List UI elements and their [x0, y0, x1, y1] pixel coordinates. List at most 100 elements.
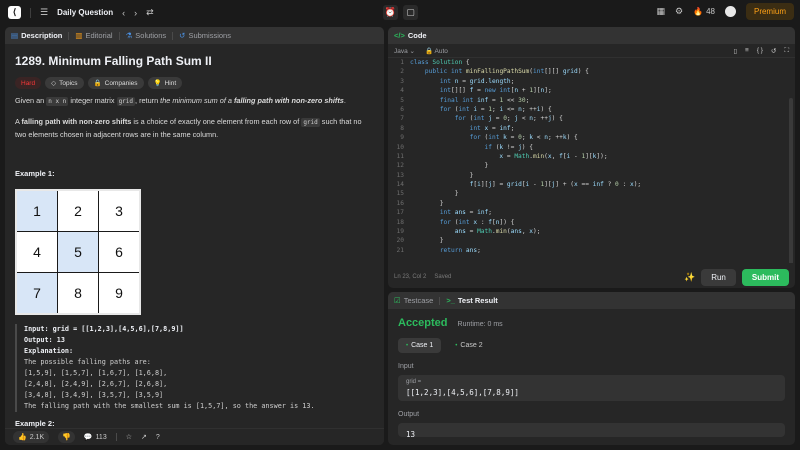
code-text: } [410, 190, 459, 198]
timer-icon[interactable]: ⏰ [383, 5, 398, 20]
code-line: 4 int[][] f = new int[n + 1][n]; [388, 86, 795, 95]
line-number: 18 [396, 218, 404, 226]
input-value: [[1,2,3],[4,5,6],[7,8,9]] [406, 388, 519, 397]
example-output-line: Output: 13 [24, 336, 65, 344]
line-number: 4 [400, 87, 404, 95]
code-text: } [410, 237, 444, 245]
problem-list-icon[interactable]: ☰ [40, 7, 48, 18]
companies-tag[interactable]: 🔒 Companies [87, 77, 144, 89]
share-icon[interactable]: ↗ [141, 433, 147, 441]
bookmark-icon[interactable]: ▯ [733, 47, 737, 55]
code-text: ans = Math.min(ans, x); [454, 228, 541, 236]
statement-text: integer matrix [68, 96, 117, 105]
divider [68, 31, 70, 40]
tab-editorial[interactable]: ▥ Editorial [75, 31, 112, 40]
run-button[interactable]: Run [701, 268, 736, 286]
result-body: Accepted Runtime: 0 ms • Case 1 • Case 2… [388, 309, 795, 445]
reset-icon[interactable]: ↺ [771, 47, 776, 55]
example-explanation-line: [1,5,9], [1,5,7], [1,6,7], [1,6,8], [24, 369, 168, 377]
result-tabs: ☑ Testcase >_ Test Result [388, 292, 795, 309]
settings-gear-icon[interactable]: ⚙ [675, 6, 683, 17]
line-number: 20 [396, 237, 404, 245]
pass-dot-icon: • [406, 342, 409, 349]
tab-submissions-label: Submissions [188, 31, 231, 40]
sparkle-icon[interactable]: ✨ [684, 272, 695, 283]
code-text: int n = grid.length; [439, 77, 515, 85]
inline-code: n x n [46, 97, 69, 106]
example-grid-image: 1 2 3 4 5 6 7 8 9 [15, 189, 141, 315]
streak-counter[interactable]: 🔥 48 [693, 7, 715, 16]
comments-button[interactable]: 💬 113 [84, 433, 107, 442]
line-number: 16 [396, 199, 404, 207]
tab-submissions[interactable]: ↺ Submissions [179, 31, 231, 40]
format-icon[interactable]: ≡ [745, 47, 749, 55]
tab-description[interactable]: ▤ Description [11, 31, 62, 40]
topics-tag[interactable]: ◇ Topics [45, 77, 84, 89]
code-text: for (int k = 0; k < n; ++k) { [469, 134, 578, 142]
code-line: 1 class Solution { [388, 58, 795, 67]
code-line: 18 for (int x : f[n]) { [388, 218, 795, 227]
tag-row: Hard ◇ Topics 🔒 Companies 💡 Hint [15, 77, 374, 89]
pass-dot-icon: • [455, 342, 458, 349]
prev-problem-icon[interactable]: ‹ [122, 8, 125, 18]
action-buttons: ✨ Run Submit [684, 268, 789, 286]
divider [439, 296, 441, 305]
definition-text: is a choice of exactly one element from … [131, 117, 302, 126]
problem-title[interactable]: 1289. Minimum Falling Path Sum II [15, 54, 374, 68]
statement-italic: the minimum sum of a [160, 96, 232, 105]
language-select[interactable]: Java ⌄ [394, 47, 415, 55]
code-line: 8 int x = inf; [388, 124, 795, 133]
code-icon: </> [394, 31, 405, 40]
code-line: 14 f[i][j] = grid[i - 1][j] + (x == inf … [388, 180, 795, 189]
line-number: 9 [400, 134, 404, 142]
tab-testcase[interactable]: ☑ Testcase [394, 296, 433, 305]
tag-icon: ◇ [51, 80, 57, 87]
top-bar: ⟨ ☰ Daily Question ‹ › ⇄ ⏰ ▢ ▦ ⚙ 🔥 48 Pr… [0, 0, 800, 25]
case-tab-2[interactable]: • Case 2 [447, 338, 490, 353]
shuffle-icon[interactable]: ⇄ [146, 7, 154, 18]
description-panel: ▤ Description ▥ Editorial ⚗ Solutions ↺ … [5, 27, 384, 445]
grid-cell: 5 [58, 232, 98, 272]
code-text: } [410, 162, 489, 170]
case-tab-1[interactable]: • Case 1 [398, 338, 442, 353]
tab-solutions[interactable]: ⚗ Solutions [126, 31, 167, 40]
line-number: 2 [400, 68, 404, 76]
output-box: 13 [398, 423, 785, 437]
code-line: 19 ans = Math.min(ans, x); [388, 227, 795, 236]
editor-scrollbar[interactable] [789, 98, 793, 263]
like-button[interactable]: 👍 2.1K [13, 431, 50, 443]
star-icon[interactable]: ☆ [126, 433, 132, 441]
leetcode-logo-icon[interactable]: ⟨ [8, 6, 21, 19]
thumbs-down-icon: 👎 [62, 434, 71, 441]
code-editor[interactable]: 1 class Solution { 2 public int minFallin… [388, 58, 795, 263]
next-problem-icon[interactable]: › [134, 8, 137, 18]
dislike-button[interactable]: 👎 [58, 431, 75, 443]
line-number: 1 [400, 59, 404, 66]
avatar[interactable] [724, 6, 736, 17]
tab-code[interactable]: </> Code [394, 31, 427, 40]
notes-icon[interactable]: ▢ [403, 5, 418, 20]
topics-label: Topics [59, 79, 78, 87]
tab-test-result[interactable]: >_ Test Result [446, 296, 497, 305]
code-line: 15 } [388, 189, 795, 198]
daily-question-title[interactable]: Daily Question [57, 8, 113, 17]
code-text: for (int j = 0; j < n; ++j) { [454, 115, 563, 123]
input-param-name: grid = [406, 379, 422, 385]
submit-button[interactable]: Submit [741, 268, 789, 286]
braces-icon[interactable]: { } [757, 47, 763, 55]
hint-tag[interactable]: 💡 Hint [147, 77, 183, 89]
code-line: 11 x = Math.min(x, f[i - 1][k]); [388, 152, 795, 161]
autocomplete-toggle[interactable]: 🔒 Auto [425, 47, 448, 55]
code-line: 21 return ans; [388, 246, 795, 255]
help-icon[interactable]: ? [156, 434, 160, 441]
companies-label: Companies [104, 79, 138, 87]
grid-cell: 1 [17, 191, 57, 231]
fullscreen-icon[interactable]: ⛶ [784, 47, 789, 55]
line-number: 17 [396, 209, 404, 217]
line-number: 5 [400, 96, 404, 104]
example-input-line: Input: grid = [[1,2,3],[4,5,6],[7,8,9]] [24, 325, 184, 333]
premium-button[interactable]: Premium [745, 3, 794, 20]
code-text: return ans; [439, 246, 481, 254]
example-2-title: Example 2: [15, 419, 55, 428]
layout-icon[interactable]: ▦ [657, 6, 666, 17]
